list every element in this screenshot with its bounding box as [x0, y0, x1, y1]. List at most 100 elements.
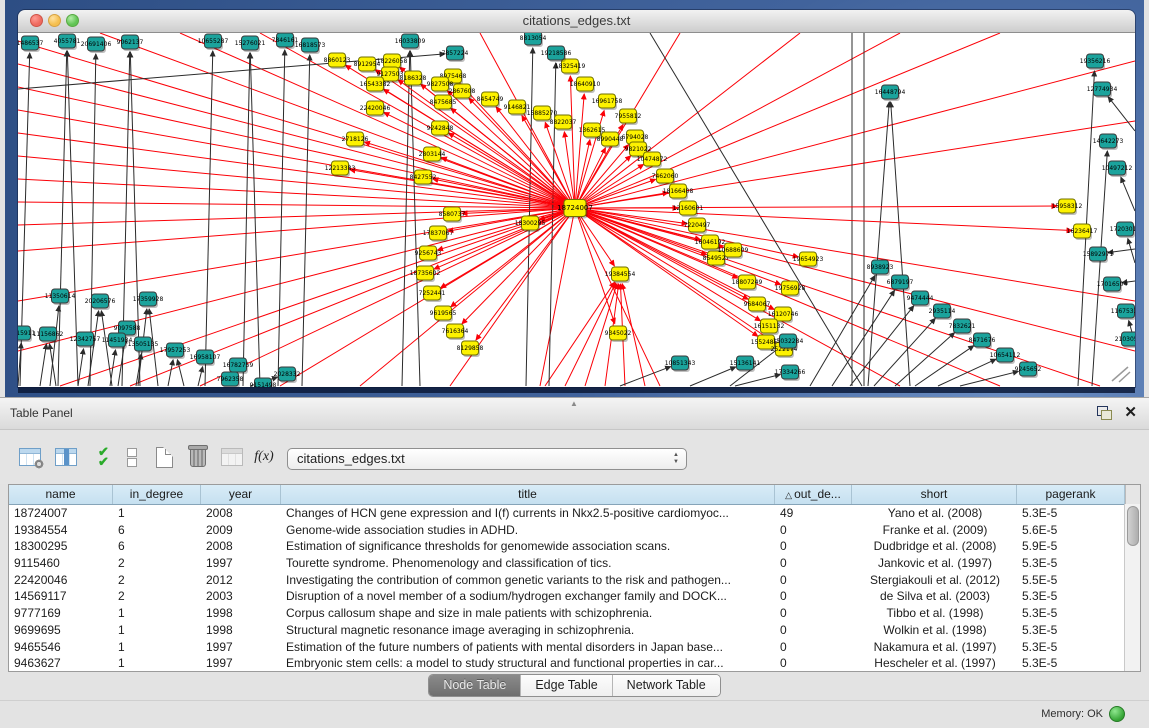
table-row[interactable]: 946362711997Embryonic stem cells: a mode… — [9, 655, 1140, 672]
canvas-resize-grip[interactable] — [1112, 367, 1130, 382]
node-table: namein_degreeyeartitle△out_de...shortpag… — [8, 484, 1141, 672]
citation-edge[interactable] — [575, 208, 1100, 386]
table-settings-icon[interactable] — [16, 444, 44, 470]
unselect-all-icon[interactable] — [118, 444, 146, 470]
edge[interactable] — [895, 333, 955, 386]
edge[interactable] — [1108, 97, 1135, 131]
edge[interactable] — [205, 51, 213, 386]
float-panel-icon[interactable] — [1095, 406, 1111, 420]
citation-edge[interactable] — [18, 202, 575, 208]
new-column-icon[interactable] — [150, 444, 178, 470]
edge[interactable] — [168, 360, 173, 386]
table-cell: 0 — [775, 538, 852, 555]
show-columns-icon[interactable] — [52, 444, 80, 470]
column-header-year[interactable]: year — [201, 485, 281, 504]
table-panel-header[interactable]: Table Panel ▲ ✕ — [0, 397, 1149, 430]
column-header-title[interactable]: title — [281, 485, 775, 504]
column-header-pagerank[interactable]: pagerank — [1017, 485, 1125, 504]
node-label: 19756928 — [775, 285, 806, 292]
citation-edge[interactable] — [575, 33, 800, 208]
edge[interactable] — [690, 367, 736, 386]
table-row[interactable]: 969969511998Structural magnetic resonanc… — [9, 622, 1140, 639]
node-label: 7616364 — [442, 328, 469, 335]
table-row[interactable]: 1830029562008Estimation of significance … — [9, 538, 1140, 555]
column-header-in_degree[interactable]: in_degree — [113, 485, 201, 504]
table-cell: 5.3E-5 — [1017, 555, 1125, 572]
table-row[interactable]: 911546021997Tourette syndrome. Phenomeno… — [9, 555, 1140, 572]
edge[interactable] — [198, 367, 203, 386]
column-header-name[interactable]: name — [9, 485, 113, 504]
citation-edge[interactable] — [360, 208, 575, 386]
memory-status-indicator[interactable] — [1109, 706, 1125, 722]
edge[interactable] — [1092, 151, 1107, 386]
table-cell: 9777169 — [9, 605, 113, 622]
citation-edge[interactable] — [200, 208, 575, 386]
delete-column-icon[interactable] — [184, 444, 212, 470]
edge[interactable] — [915, 346, 974, 386]
edge[interactable] — [874, 318, 935, 386]
close-panel-icon[interactable]: ✕ — [1124, 403, 1137, 421]
table-row[interactable]: 2242004622012Investigating the contribut… — [9, 572, 1140, 589]
edge[interactable] — [620, 367, 671, 386]
table-selector-dropdown[interactable]: citations_edges.txt ▲▼ — [287, 448, 687, 470]
citation-edge[interactable] — [540, 208, 575, 386]
node-label: 7962358 — [217, 376, 244, 383]
function-builder-icon[interactable]: f(x) — [250, 444, 278, 470]
citation-edge[interactable] — [575, 208, 760, 321]
edge[interactable] — [101, 311, 112, 386]
edge[interactable] — [243, 53, 250, 386]
table-cell: Franke et al. (2009) — [852, 522, 1017, 539]
node-label: 12160601 — [673, 205, 704, 212]
table-cell: 5.3E-5 — [1017, 622, 1125, 639]
table-row[interactable]: 1872400712008Changes of HCN gene express… — [9, 505, 1140, 522]
edge[interactable] — [868, 102, 889, 386]
window-titlebar[interactable]: citations_edges.txt — [18, 10, 1135, 33]
node-label: 15136141 — [730, 360, 761, 367]
tab-node-table[interactable]: Node Table — [429, 675, 521, 696]
tab-network-table[interactable]: Network Table — [613, 675, 720, 696]
table-row[interactable]: 977716911998Corpus callosum shape and si… — [9, 605, 1140, 622]
citation-edge[interactable] — [575, 208, 758, 336]
edge[interactable] — [278, 50, 285, 386]
table-cell: 2 — [113, 588, 201, 605]
citation-edge[interactable] — [451, 208, 575, 307]
table-cell: 5.3E-5 — [1017, 588, 1125, 605]
citation-edge[interactable] — [18, 64, 575, 208]
edge[interactable] — [302, 55, 310, 386]
panel-drag-handle[interactable]: ▲ — [570, 399, 578, 408]
column-header-out_de[interactable]: △out_de... — [775, 485, 852, 504]
select-all-icon[interactable]: ✔✔ — [88, 444, 116, 470]
network-graph[interactable]: 8860123891295418226058912750316543382818… — [18, 33, 1135, 387]
table-cell: 5.3E-5 — [1017, 639, 1125, 656]
edge[interactable] — [1128, 239, 1135, 263]
node-label: 15885270 — [527, 110, 558, 117]
edge[interactable] — [40, 344, 46, 386]
edge[interactable] — [960, 371, 1018, 386]
window-title: citations_edges.txt — [18, 10, 1135, 32]
table-row[interactable]: 1456911722003Disruption of a novel membe… — [9, 588, 1140, 605]
tab-edge-table[interactable]: Edge Table — [521, 675, 612, 696]
node-label: 16448794 — [875, 89, 906, 96]
edge[interactable] — [177, 360, 184, 386]
table-row[interactable]: 1938455462009Genome-wide association stu… — [9, 522, 1140, 539]
scrollbar-thumb[interactable] — [1127, 506, 1139, 546]
node-label: 18807249 — [732, 279, 763, 286]
table-row[interactable]: 946554611997Estimation of the future num… — [9, 639, 1140, 656]
node-label: 12774934 — [1087, 86, 1118, 93]
table-cell: Nakamura et al. (1997) — [852, 639, 1017, 656]
edge[interactable] — [78, 349, 84, 386]
edge[interactable] — [1121, 177, 1135, 211]
table-cell: Disruption of a novel member of a sodium… — [281, 588, 775, 605]
table-cell: 5.5E-5 — [1017, 572, 1125, 589]
table-selector-value: citations_edges.txt — [297, 451, 405, 466]
citation-edge[interactable] — [575, 206, 1057, 208]
edge[interactable] — [410, 51, 420, 386]
edge[interactable] — [891, 102, 910, 386]
table-cell: 1998 — [201, 605, 281, 622]
table-scrollbar[interactable] — [1124, 504, 1140, 671]
edge[interactable] — [735, 374, 780, 386]
node-label: 8129858 — [457, 345, 484, 352]
citation-edge[interactable] — [575, 33, 1000, 208]
network-canvas[interactable]: 8860123891295418226058912750316543382818… — [18, 33, 1135, 387]
column-header-short[interactable]: short — [852, 485, 1017, 504]
